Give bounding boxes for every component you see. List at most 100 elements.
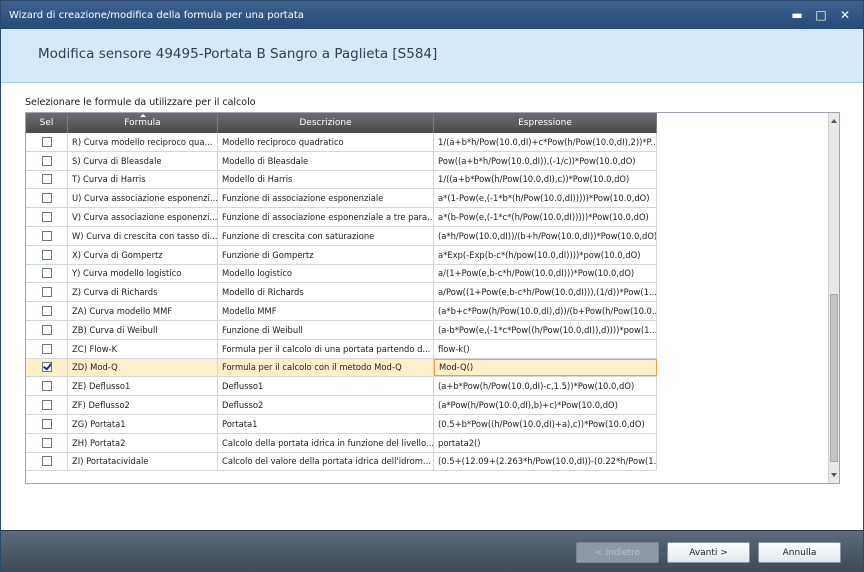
cell-descrizione[interactable]: Modello reciproco quadratico bbox=[218, 133, 434, 151]
vertical-scrollbar[interactable] bbox=[828, 113, 839, 483]
row-checkbox[interactable] bbox=[41, 193, 52, 204]
cell-descrizione[interactable]: Modello di Harris bbox=[218, 170, 434, 189]
cell-descrizione[interactable]: Funzione di Weibull bbox=[218, 320, 434, 339]
cell-espressione[interactable]: (a+b*Pow(h/Pow(10.0,dI)-c,1.5))*Pow(10.0… bbox=[434, 377, 657, 396]
cell-descrizione[interactable]: Portata1 bbox=[218, 414, 434, 433]
cell-descrizione[interactable]: Funzione di crescita con saturazione bbox=[218, 226, 434, 245]
cell-formula[interactable]: R) Curva modello reciproco qua... bbox=[68, 133, 218, 151]
cell-espressione[interactable]: (a*b+c*Pow(h/Pow(10.0,dI),d))/(b+Pow(h/P… bbox=[434, 302, 657, 320]
cell-espressione[interactable]: a*(b-Pow(e,(-1*c*(h/Pow(10.0,dI)))))*Pow… bbox=[434, 208, 657, 226]
cell-descrizione[interactable]: Formula per il calcolo con il metodo Mod… bbox=[218, 358, 434, 377]
cell-formula[interactable]: ZG) Portata1 bbox=[68, 414, 218, 433]
cell-formula[interactable]: ZI) Portatacividale bbox=[68, 452, 218, 471]
cell-formula[interactable]: ZE) Deflusso1 bbox=[68, 377, 218, 396]
back-button[interactable]: < Indietro bbox=[576, 542, 659, 563]
row-checkbox[interactable] bbox=[41, 343, 52, 354]
table-row[interactable]: S) Curva di Bleasdale Modello di Bleasdal… bbox=[26, 151, 657, 171]
table-row[interactable]: ZC) Flow-K Formula per il calcolo di una … bbox=[26, 339, 657, 359]
cell-descrizione[interactable]: Funzione di Gompertz bbox=[218, 245, 434, 264]
cell-formula[interactable]: ZB) Curva di Weibull bbox=[68, 320, 218, 339]
cell-espressione[interactable]: (a*Pow(h/Pow(10.0,dI),b)+c)*Pow(10.0,dO) bbox=[434, 396, 657, 414]
row-checkbox[interactable] bbox=[41, 324, 52, 335]
table-row[interactable]: Y) Curva modello logistico Modello logist… bbox=[26, 264, 657, 284]
cell-espressione[interactable]: (a-b*Pow(e,(-1*c*Pow((h/Pow(10.0,dI)),d)… bbox=[434, 320, 657, 339]
maximize-button[interactable]: □ bbox=[809, 5, 833, 25]
cell-espressione[interactable]: flow-k() bbox=[434, 339, 657, 358]
cell-espressione[interactable]: 1/((a+b*Pow(h/Pow(10.0,dI),c))*Pow(10.0,… bbox=[434, 170, 657, 189]
table-row[interactable]: ZI) Portatacividale Calcolo del valore de… bbox=[26, 452, 657, 472]
column-header-espressione[interactable]: Espressione bbox=[434, 113, 657, 133]
cell-formula[interactable]: ZC) Flow-K bbox=[68, 339, 218, 358]
cell-formula[interactable]: Z) Curva di Richards bbox=[68, 283, 218, 302]
cell-descrizione[interactable]: Funzione di associazione esponenziale bbox=[218, 189, 434, 208]
cell-formula[interactable]: ZD) Mod-Q bbox=[68, 358, 218, 377]
cell-descrizione[interactable]: Modello di Richards bbox=[218, 283, 434, 302]
cell-formula[interactable]: X) Curva di Gompertz bbox=[68, 245, 218, 264]
row-checkbox[interactable] bbox=[41, 249, 52, 260]
cell-espressione[interactable]: (a*h/Pow(10.0,dI))/(b+h/Pow(10.0,dI))*Po… bbox=[434, 226, 657, 245]
row-checkbox[interactable] bbox=[41, 418, 52, 429]
table-row[interactable]: U) Curva associazione esponenzi... Funzio… bbox=[26, 189, 657, 209]
row-checkbox[interactable] bbox=[41, 456, 52, 467]
cell-espressione[interactable]: Mod-Q() bbox=[434, 358, 657, 377]
row-checkbox[interactable] bbox=[41, 136, 52, 147]
column-header-sel[interactable]: Sel bbox=[26, 113, 68, 133]
cell-espressione[interactable]: (0.5+(12.09+(2.263*h/Pow(10.0,dI))-(0.22… bbox=[434, 452, 657, 471]
cell-formula[interactable]: W) Curva di crescita con tasso di... bbox=[68, 226, 218, 245]
table-row[interactable]: W) Curva di crescita con tasso di... Funz… bbox=[26, 226, 657, 246]
title-bar[interactable]: Wizard di creazione/modifica della formu… bbox=[1, 1, 863, 29]
table-row[interactable]: ZF) Deflusso2 Deflusso2 (a*Pow(h/Pow(10.0,… bbox=[26, 396, 657, 415]
row-checkbox[interactable] bbox=[41, 306, 52, 317]
cell-descrizione[interactable]: Funzione di associazione esponenziale a … bbox=[218, 208, 434, 226]
table-row[interactable]: R) Curva modello reciproco qua... Modello… bbox=[26, 133, 657, 152]
close-button[interactable]: ✕ bbox=[833, 5, 857, 25]
cell-espressione[interactable]: a*(1-Pow(e,(-1*b*(h/Pow(10.0,dI)))))*Pow… bbox=[434, 189, 657, 208]
next-button[interactable]: Avanti > bbox=[667, 542, 750, 563]
table-row[interactable]: ZE) Deflusso1 Deflusso1 (a+b*Pow(h/Pow(10.… bbox=[26, 377, 657, 397]
cell-formula[interactable]: T) Curva di Harris bbox=[68, 170, 218, 189]
cell-descrizione[interactable]: Deflusso1 bbox=[218, 377, 434, 396]
table-row[interactable]: ZH) Portata2 Calcolo della portata idrica… bbox=[26, 433, 657, 453]
column-header-formula[interactable]: Formula bbox=[68, 113, 218, 133]
scrollbar-thumb[interactable] bbox=[830, 294, 838, 462]
cell-espressione[interactable]: a/(1+Pow(e,b-c*h/Pow(10.0,dI)))*Pow(10.0… bbox=[434, 264, 657, 283]
cell-espressione[interactable]: Pow((a+b*h/Pow(10.0,dI)),(-1/c))*Pow(10.… bbox=[434, 151, 657, 170]
table-row[interactable]: ZG) Portata1 Portata1 (0.5+b*Pow((h/Pow(10… bbox=[26, 414, 657, 434]
table-row[interactable]: Z) Curva di Richards Modello di Richards a… bbox=[26, 283, 657, 303]
cell-descrizione[interactable]: Deflusso2 bbox=[218, 396, 434, 414]
cell-formula[interactable]: ZA) Curva modello MMF bbox=[68, 302, 218, 320]
cell-formula[interactable]: ZF) Deflusso2 bbox=[68, 396, 218, 414]
row-checkbox[interactable] bbox=[41, 230, 52, 241]
table-row[interactable]: V) Curva associazione esponenzi... Funzio… bbox=[26, 208, 657, 227]
cell-descrizione[interactable]: Calcolo del valore della portata idrica … bbox=[218, 452, 434, 471]
cell-espressione[interactable]: a/Pow((1+Pow(e,b-c*h/Pow(10.0,dI))),(1/d… bbox=[434, 283, 657, 302]
cell-espressione[interactable]: portata2() bbox=[434, 433, 657, 452]
cell-descrizione[interactable]: Modello MMF bbox=[218, 302, 434, 320]
cell-formula[interactable]: ZH) Portata2 bbox=[68, 433, 218, 452]
table-row[interactable]: X) Curva di Gompertz Funzione di Gompertz… bbox=[26, 245, 657, 265]
cell-descrizione[interactable]: Modello di Bleasdale bbox=[218, 151, 434, 170]
cancel-button[interactable]: Annulla bbox=[758, 542, 841, 563]
cell-formula[interactable]: V) Curva associazione esponenzi... bbox=[68, 208, 218, 226]
row-checkbox[interactable] bbox=[41, 174, 52, 185]
cell-formula[interactable]: S) Curva di Bleasdale bbox=[68, 151, 218, 170]
column-header-descrizione[interactable]: Descrizione bbox=[218, 113, 434, 133]
row-checkbox[interactable] bbox=[41, 212, 52, 223]
cell-descrizione[interactable]: Modello logistico bbox=[218, 264, 434, 283]
table-row[interactable]: ZB) Curva di Weibull Funzione di Weibull(… bbox=[26, 320, 657, 340]
minimize-button[interactable]: ▬ bbox=[785, 5, 809, 25]
scroll-up-button[interactable] bbox=[829, 115, 839, 127]
row-checkbox[interactable] bbox=[41, 287, 52, 298]
table-row[interactable]: ZD) Mod-Q Formula per il calcolo con il m… bbox=[26, 358, 657, 378]
cell-formula[interactable]: U) Curva associazione esponenzi... bbox=[68, 189, 218, 208]
scroll-down-button[interactable] bbox=[829, 469, 839, 481]
row-checkbox[interactable] bbox=[41, 362, 52, 373]
cell-espressione[interactable]: 1/(a+b*h/Pow(10.0,dI)+c*Pow(h/Pow(10.0,d… bbox=[434, 133, 657, 151]
table-row[interactable]: ZA) Curva modello MMF Modello MMF (a*b+c*P… bbox=[26, 302, 657, 321]
cell-descrizione[interactable]: Calcolo della portata idrica in funzione… bbox=[218, 433, 434, 452]
row-checkbox[interactable] bbox=[41, 437, 52, 448]
table-row[interactable]: T) Curva di Harris Modello di Harris 1/((a… bbox=[26, 170, 657, 190]
cell-espressione[interactable]: a*Exp(-Exp(b-c*(h/pow(10.0,dI))))*pow(10… bbox=[434, 245, 657, 264]
row-checkbox[interactable] bbox=[41, 381, 52, 392]
cell-formula[interactable]: Y) Curva modello logistico bbox=[68, 264, 218, 283]
